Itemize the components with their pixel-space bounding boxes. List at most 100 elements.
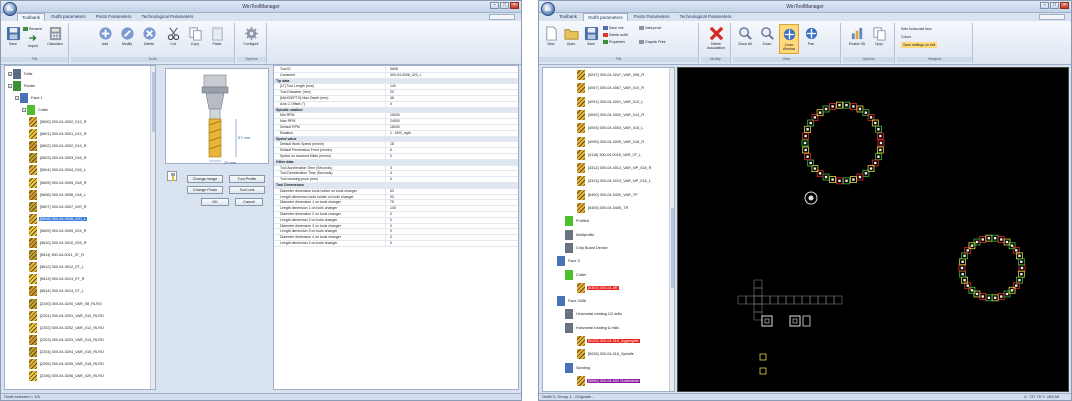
- tree-node-cutter[interactable]: − Cutter: [22, 104, 49, 116]
- outfit-tree-item[interactable]: Sanding: [565, 362, 591, 374]
- application-orb-button[interactable]: WS: [3, 2, 17, 16]
- outfit-tree-item[interactable]: [4091] 300-04-0091_VAR_012_L: [577, 96, 644, 108]
- property-value[interactable]: 90: [388, 195, 394, 200]
- help-box[interactable]: [1039, 14, 1065, 20]
- outfit-tree-item[interactable]: [5300] 300-04-8R: [577, 282, 619, 294]
- property-value[interactable]: 0: [388, 102, 392, 107]
- tool-list-item[interactable]: [5601] 300-04-0001_012_R: [29, 128, 87, 140]
- tool-list-item[interactable]: [5610] 300-04-0010_025_R: [29, 237, 87, 249]
- property-value[interactable]: 140: [388, 84, 396, 89]
- tool-list-item[interactable]: [5603] 300-04-0003_016_R: [29, 152, 87, 164]
- outfit-tree-item[interactable]: [4116] 300-04-0016_VAR_0T_L: [577, 149, 642, 161]
- tab-outfit-parameters[interactable]: Outfit parameters: [47, 13, 90, 21]
- property-value[interactable]: 0: [388, 218, 392, 223]
- add-button[interactable]: Add: [95, 24, 115, 54]
- outfit-tree-item[interactable]: Multiprofile: [565, 229, 595, 241]
- outfit-tree-item[interactable]: Chip Board Device: [565, 242, 609, 254]
- tree-scrollbar[interactable]: [669, 68, 674, 391]
- tree-node-face[interactable]: − Face 1: [15, 92, 44, 104]
- tab-toolbank[interactable]: Toolbank: [555, 13, 581, 21]
- save-settings-on-exit-option[interactable]: Save settings on exit: [901, 42, 938, 48]
- machine-viewport[interactable]: [677, 67, 1069, 392]
- scrollbar-thumb[interactable]: [152, 72, 155, 132]
- tab-toolbank[interactable]: Toolbank: [17, 13, 46, 21]
- tool-link-button[interactable]: Tool Link: [229, 186, 265, 194]
- tool-list-item[interactable]: [5608] 300-04-0008_020_L: [29, 213, 87, 225]
- copy-button[interactable]: Copy: [185, 24, 205, 54]
- tab-posts-parameters[interactable]: Posts Parameters: [92, 13, 136, 21]
- expand-icon[interactable]: +: [8, 72, 12, 76]
- zoom-all-button[interactable]: Zoom All: [735, 24, 755, 54]
- tree-node-router[interactable]: − Router: [8, 80, 36, 92]
- zoom-button[interactable]: Zoom: [757, 24, 777, 54]
- tool-list-item[interactable]: [5611] 300-04-0011_0T_R: [29, 249, 85, 261]
- outfit-tree-item[interactable]: Profiled: [565, 215, 590, 227]
- delete-association-button[interactable]: Delete Association: [705, 24, 727, 54]
- change-image-button[interactable]: Change image: [187, 175, 223, 183]
- open-button[interactable]: Open: [561, 24, 581, 54]
- ok-button[interactable]: OK: [201, 198, 229, 206]
- outfit-tree-item[interactable]: [4067] 300-04-0067_VAR_010_R: [577, 82, 645, 94]
- help-box[interactable]: [489, 14, 515, 20]
- property-value[interactable]: 48: [388, 96, 394, 101]
- property-value[interactable]: 0: [388, 212, 392, 217]
- tool-profile-button[interactable]: Tool Profile: [229, 175, 265, 183]
- tool-list-item[interactable]: [2201] 300-04-0201_VAR_010_RLRO: [29, 310, 105, 322]
- outfit-tree-item[interactable]: Face 3: [557, 255, 581, 267]
- tool-list-item[interactable]: [2206] 300-04-0206_VAR_020_RLRO: [29, 370, 105, 382]
- properties-button[interactable]: Properties: [603, 39, 625, 45]
- cut-button[interactable]: Cut: [163, 24, 183, 54]
- colors-option[interactable]: Colors: [901, 34, 911, 40]
- property-value[interactable]: 0: [388, 235, 392, 240]
- property-value[interactable]: 18000: [388, 125, 400, 130]
- tab-posts-parameters[interactable]: Posts Parameters: [630, 13, 674, 21]
- zoom-window-button[interactable]: Zoom Window: [779, 24, 799, 54]
- minimize-button[interactable]: –: [490, 2, 499, 9]
- property-value[interactable]: 4: [388, 171, 392, 176]
- property-value[interactable]: 300-04-0008_020_L: [388, 73, 422, 78]
- maximize-button[interactable]: □: [1050, 2, 1059, 9]
- outfit-tree-item[interactable]: Horizontal rotating & mills: [565, 322, 620, 334]
- outfit-tree-item[interactable]: [5666] 300-04-003 Subfinisher: [577, 375, 641, 387]
- property-value[interactable]: 0: [388, 224, 392, 229]
- property-value[interactable]: 16000: [388, 113, 400, 118]
- cancel-button[interactable]: Cancel: [235, 198, 263, 206]
- graphic-print-button[interactable]: Graphic Print: [639, 39, 665, 45]
- new-button[interactable]: New: [541, 24, 561, 54]
- outfit-tree-item[interactable]: Face 3456: [557, 295, 587, 307]
- outfit-tree-item[interactable]: [5247] 300-04-0247_VAR_008_R: [577, 69, 645, 81]
- import-button[interactable]: Import: [23, 32, 43, 54]
- outfit-tree-item[interactable]: [4313] 300-04-0013_VAR_NP_018_L: [577, 175, 652, 187]
- outfit-tree-item[interactable]: [5026] 300-04-016_Spindle: [577, 348, 635, 360]
- property-value[interactable]: 63: [388, 189, 394, 194]
- tree-scrollbar[interactable]: [150, 66, 155, 389]
- outfit-tree-item[interactable]: [4095] 300-04-0005_VAR_018_R: [577, 136, 645, 148]
- property-value[interactable]: 6: [388, 148, 392, 153]
- tool-list-item[interactable]: [5606] 300-04-0006_018_L: [29, 189, 87, 201]
- property-value[interactable]: 140: [388, 206, 396, 211]
- application-orb-button[interactable]: WS: [541, 2, 555, 16]
- outfit-tree-item[interactable]: [4093] 300-04-0003_VAR_016_L: [577, 122, 644, 134]
- tool-list-item[interactable]: [5600] 300-04-0002_012_R: [29, 116, 87, 128]
- tool-list-item[interactable]: [5613] 300-04-0013_0T_R: [29, 273, 86, 285]
- tool-list-item[interactable]: [5605] 300-04-0005_018_R: [29, 177, 87, 189]
- save-xml-button[interactable]: Save xml: [603, 25, 623, 31]
- collapse-icon[interactable]: −: [22, 108, 26, 112]
- property-value[interactable]: 75: [388, 200, 394, 205]
- property-value[interactable]: 24000: [388, 119, 400, 124]
- pan-button[interactable]: Pan: [801, 24, 821, 54]
- outfit-tree-item[interactable]: [4312] 300-04-0012_VAR_NP_018_R: [577, 162, 652, 174]
- tab-technological-parameters[interactable]: Technological Parameters: [138, 13, 198, 21]
- outfit-tree-item[interactable]: [5025] 300-04-016_Aggregate: [577, 335, 640, 347]
- outfit-tree-item[interactable]: [5405] 300-04-0405_TR: [577, 202, 629, 214]
- sets-horizontal-face-option[interactable]: Sets horizontal face: [901, 26, 932, 32]
- modify-button[interactable]: Modify: [117, 24, 137, 54]
- tool-list-item[interactable]: [5602] 300-04-0002_014_R: [29, 140, 87, 152]
- calculator-button[interactable]: Calculator: [45, 24, 65, 54]
- delete-button[interactable]: Delete: [139, 24, 159, 54]
- property-value[interactable]: 0: [388, 229, 392, 234]
- close-button[interactable]: ×: [1060, 2, 1069, 9]
- save-button[interactable]: Save: [3, 24, 23, 54]
- property-value[interactable]: 0: [388, 177, 392, 182]
- tab-technological-parameters[interactable]: Technological Parameters: [676, 13, 736, 21]
